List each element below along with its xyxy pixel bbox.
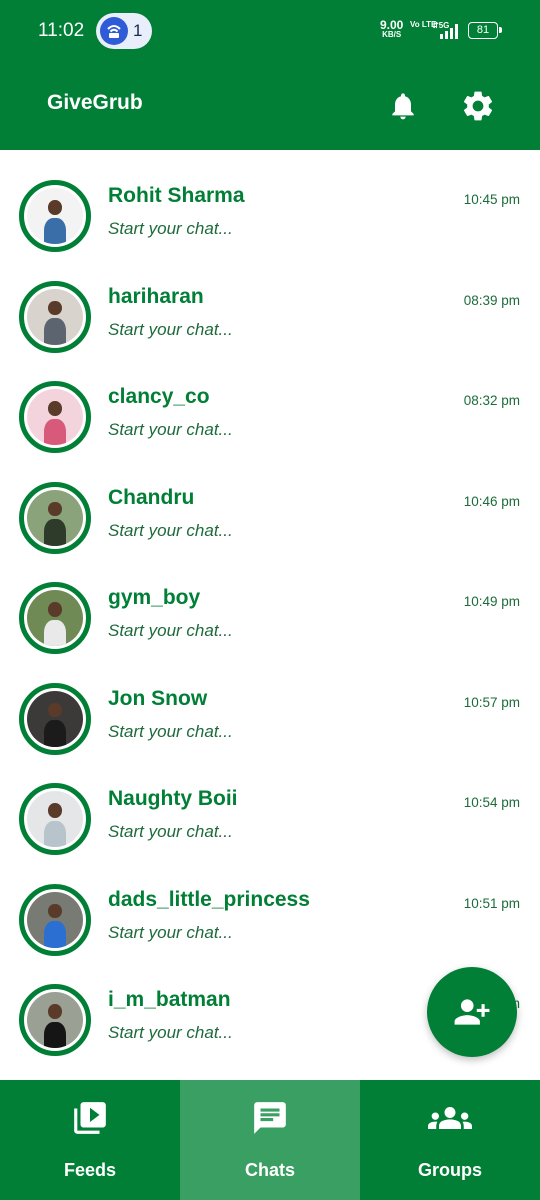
chat-preview: Start your chat...: [108, 1023, 233, 1042]
svg-text:⇵5G: ⇵5G: [432, 21, 449, 30]
avatar-figure: [43, 619, 67, 646]
avatar-figure: [43, 418, 67, 445]
chat-preview: Start your chat...: [108, 420, 233, 439]
chat-name: clancy_co: [108, 385, 210, 408]
avatar-head: [48, 300, 62, 316]
avatar-image: [27, 791, 83, 847]
chat-row[interactable]: gym_boy Start your chat... 10:49 pm: [0, 552, 540, 654]
chat-preview: Start your chat...: [108, 922, 233, 942]
avatar[interactable]: [19, 883, 91, 956]
chat-preview: Start your chat...: [108, 520, 233, 540]
nav-item-chats[interactable]: Chats: [180, 1080, 360, 1200]
chat-time: 10:57 pm: [463, 694, 520, 710]
avatar-image: [27, 188, 83, 244]
avatar-head: [48, 1004, 62, 1019]
avatar[interactable]: [19, 582, 91, 654]
avatar-head: [48, 803, 62, 818]
chat-time: 10:54 pm: [463, 795, 520, 810]
chat-time: 10:51 pm: [463, 895, 520, 911]
avatar-image: [27, 489, 83, 546]
nav-label: Feeds: [63, 1160, 117, 1180]
chat-preview: Start your chat...: [108, 822, 233, 841]
avatar-image: [27, 891, 83, 948]
avatar-figure: [43, 720, 67, 747]
avatar-figure: [43, 217, 67, 244]
add-user-icon: [454, 999, 490, 1025]
avatar-image: [27, 690, 83, 747]
battery-icon: 81: [468, 22, 502, 39]
screen: 11:02 1 9.00 KB/S Vo LTE ⇵5G 81 GiveGrub…: [0, 0, 540, 1200]
avatar-head: [48, 200, 62, 215]
avatar-image: [27, 590, 83, 646]
nav-label: Chats: [244, 1160, 295, 1180]
settings-button[interactable]: [456, 84, 500, 128]
gear-icon: [463, 91, 493, 121]
chat-name: i_m_batman: [108, 988, 231, 1011]
add-user-button[interactable]: [427, 967, 517, 1057]
chat-row[interactable]: Chandru Start your chat... 10:46 pm: [0, 452, 540, 554]
chat-name: Jon Snow: [108, 686, 208, 710]
chat-name: dads_little_princess: [108, 887, 310, 911]
avatar[interactable]: [19, 984, 91, 1056]
chat-preview: Start your chat...: [108, 621, 233, 640]
chat-name: Chandru: [108, 485, 195, 509]
status-time: 11:02: [38, 20, 85, 41]
video-library-icon: [0, 1098, 180, 1138]
notifications-button[interactable]: [381, 84, 425, 128]
nav-label: Groups: [417, 1160, 482, 1180]
avatar[interactable]: [19, 783, 91, 855]
avatar-image: [27, 992, 83, 1048]
chat-preview: Start your chat...: [108, 219, 233, 238]
avatar-head: [48, 501, 62, 517]
avatar-head: [48, 602, 62, 617]
avatar-figure: [43, 519, 67, 546]
avatar-image: [27, 288, 83, 345]
groups-icon: [360, 1098, 540, 1138]
avatar-figure: [43, 820, 67, 847]
chat-name: Rohit Sharma: [108, 184, 245, 207]
chat-name: gym_boy: [108, 586, 201, 609]
avatar[interactable]: [19, 180, 91, 252]
chat-row[interactable]: dads_little_princess Start your chat... 10…: [0, 854, 540, 956]
chat-row[interactable]: hariharan Start your chat... 08:39 pm: [0, 251, 540, 353]
avatar-figure: [43, 921, 67, 948]
hotspot-icon: [100, 17, 128, 45]
bell-icon: [392, 93, 414, 120]
chat-row[interactable]: Naughty Boii Start your chat... 10:54 pm: [0, 753, 540, 855]
chat-time: 08:32 pm: [463, 393, 520, 408]
chat-name: hariharan: [108, 284, 204, 308]
avatar-image: [27, 389, 83, 445]
avatar-head: [48, 401, 62, 416]
chat-row[interactable]: Rohit Sharma Start your chat... 10:45 pm: [0, 150, 540, 252]
chat-icon: [180, 1098, 360, 1138]
chat-preview: Start your chat...: [108, 721, 233, 741]
bottom-nav: Feeds Chats Groups: [0, 1080, 540, 1200]
nav-item-groups[interactable]: Groups: [360, 1080, 540, 1200]
avatar-head: [48, 903, 62, 919]
chat-row[interactable]: clancy_co Start your chat... 08:32 pm: [0, 351, 540, 453]
app-bar: GiveGrub: [0, 62, 540, 150]
chat-time: 08:39 pm: [463, 292, 520, 308]
notification-count: 1: [133, 21, 143, 40]
status-bar: 11:02 1 9.00 KB/S Vo LTE ⇵5G 81: [0, 0, 540, 62]
chat-preview: Start your chat...: [108, 319, 233, 339]
chat-time: 10:49 pm: [463, 594, 520, 609]
notification-pill[interactable]: 1: [96, 13, 152, 49]
avatar[interactable]: [19, 481, 91, 554]
avatar[interactable]: [19, 280, 91, 353]
avatar-figure: [43, 318, 67, 345]
avatar-figure: [43, 1021, 67, 1048]
chat-row[interactable]: Jon Snow Start your chat... 10:57 pm: [0, 653, 540, 755]
avatar[interactable]: [19, 682, 91, 755]
avatar-head: [48, 702, 62, 718]
nav-item-feeds[interactable]: Feeds: [0, 1080, 180, 1200]
chat-time: 10:45 pm: [463, 192, 520, 207]
signal-icon: ⇵5G: [432, 21, 458, 39]
chat-list: Rohit Sharma Start your chat... 10:45 pm ha…: [0, 150, 540, 1080]
app-title: GiveGrub: [47, 91, 143, 114]
chat-time: 10:46 pm: [463, 493, 520, 509]
net-speed: 9.00 KB/S: [380, 18, 404, 39]
chat-name: Naughty Boii: [108, 787, 238, 810]
avatar[interactable]: [19, 381, 91, 453]
